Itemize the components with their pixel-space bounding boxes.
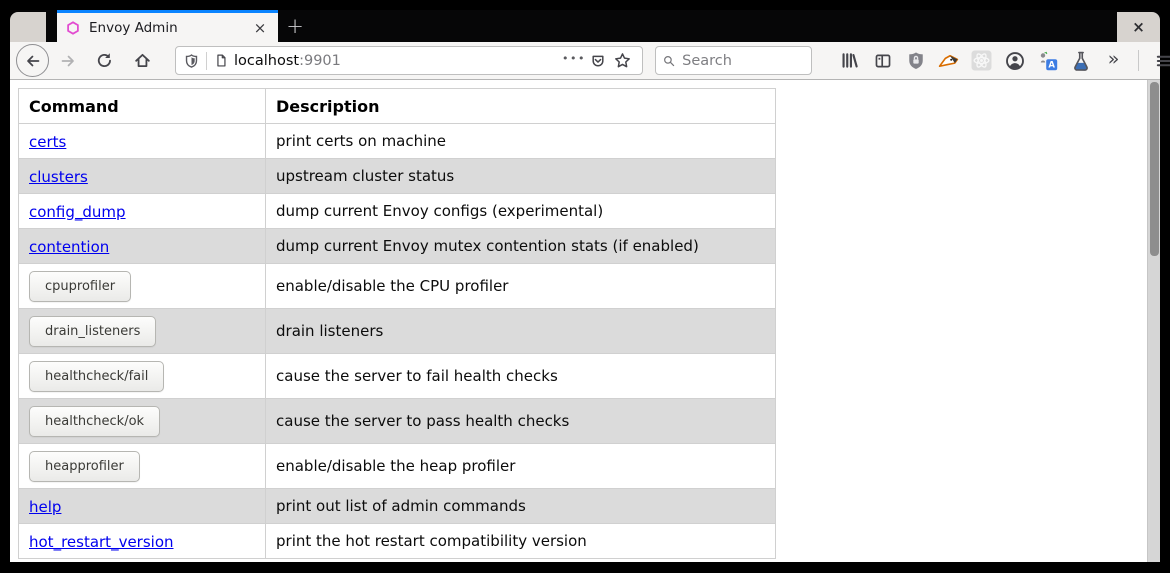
lab-flask-extension-icon[interactable]	[1069, 49, 1092, 73]
translate-extension-icon[interactable]: A	[1036, 49, 1059, 73]
row-description: enable/disable the heap profiler	[266, 444, 776, 489]
certs-link[interactable]: certs	[29, 133, 66, 151]
table-row-healthcheck-fail: healthcheck/fail cause the server to fai…	[19, 354, 776, 399]
reload-button[interactable]	[89, 46, 119, 76]
table-row-healthcheck-ok: healthcheck/ok cause the server to pass …	[19, 399, 776, 444]
table-row-hot-restart-version: hot_restart_version print the hot restar…	[19, 524, 776, 559]
search-bar[interactable]	[655, 46, 812, 75]
clusters-link[interactable]: clusters	[29, 168, 88, 186]
navigation-toolbar: localhost:9901 •••	[10, 42, 1160, 80]
healthcheck-fail-button[interactable]: healthcheck/fail	[29, 361, 164, 392]
search-icon	[663, 54, 675, 68]
row-description: print the hot restart compatibility vers…	[266, 524, 776, 559]
menu-hamburger-icon[interactable]	[1152, 49, 1170, 73]
url-host: localhost	[234, 53, 299, 69]
table-row-cpuprofiler: cpuprofiler enable/disable the CPU profi…	[19, 264, 776, 309]
healthcheck-ok-button[interactable]: healthcheck/ok	[29, 406, 160, 437]
vertical-scrollbar-thumb[interactable]	[1150, 82, 1159, 256]
config-dump-link[interactable]: config_dump	[29, 203, 126, 221]
overflow-chevron-icon[interactable]: »	[1102, 49, 1125, 73]
table-header-row: Command Description	[19, 89, 776, 124]
table-row-contention: contention dump current Envoy mutex cont…	[19, 229, 776, 264]
command-column-header: Command	[19, 89, 266, 124]
toolbar-icons: A »	[838, 49, 1170, 73]
row-description: dump current Envoy mutex contention stat…	[266, 229, 776, 264]
row-description: upstream cluster status	[266, 159, 776, 194]
cpuprofiler-button[interactable]: cpuprofiler	[29, 271, 131, 302]
pocket-save-icon[interactable]	[586, 49, 610, 73]
heapprofiler-button[interactable]: heapprofiler	[29, 451, 140, 482]
url-text: localhost:9901	[234, 53, 562, 69]
vertical-scrollbar-track[interactable]	[1147, 80, 1160, 562]
url-port: :9901	[299, 53, 341, 69]
home-icon	[134, 52, 151, 69]
row-description: enable/disable the CPU profiler	[266, 264, 776, 309]
titlebar-spacer	[10, 12, 46, 42]
shield-lock-extension-icon[interactable]	[904, 49, 927, 73]
svg-text:A: A	[1048, 60, 1055, 70]
table-row-help: help print out list of admin commands	[19, 489, 776, 524]
admin-commands-table: Command Description certs print certs on…	[18, 88, 776, 559]
urlbar-separator	[206, 52, 207, 70]
tab-close-icon[interactable]: ×	[250, 18, 270, 38]
row-description: print out list of admin commands	[266, 489, 776, 524]
sidebar-toggle-icon[interactable]	[871, 49, 894, 73]
envoy-favicon-icon	[66, 21, 80, 35]
tab-title: Envoy Admin	[89, 20, 250, 36]
drain-listeners-button[interactable]: drain_listeners	[29, 316, 156, 347]
contention-link[interactable]: contention	[29, 238, 109, 256]
row-description: cause the server to pass health checks	[266, 399, 776, 444]
tracking-protection-shield-icon[interactable]	[184, 53, 199, 69]
table-row-drain-listeners: drain_listeners drain listeners	[19, 309, 776, 354]
browser-window: Envoy Admin × + ×	[10, 10, 1160, 563]
page-actions-icon[interactable]: •••	[562, 49, 586, 73]
tab-bar: Envoy Admin × + ×	[10, 10, 1160, 42]
row-description: print certs on machine	[266, 124, 776, 159]
table-row-certs: certs print certs on machine	[19, 124, 776, 159]
fox-extension-icon[interactable]	[937, 49, 960, 73]
tab-envoy-admin[interactable]: Envoy Admin ×	[57, 10, 278, 42]
page-info-icon[interactable]	[214, 53, 228, 68]
window-close-button[interactable]: ×	[1117, 12, 1160, 42]
toolbar-separator	[1138, 50, 1139, 71]
account-profile-icon[interactable]	[1003, 49, 1026, 73]
help-link[interactable]: help	[29, 498, 61, 516]
back-button[interactable]	[16, 44, 49, 77]
table-row-clusters: clusters upstream cluster status	[19, 159, 776, 194]
bookmark-star-icon[interactable]	[610, 49, 634, 73]
new-tab-button[interactable]: +	[278, 10, 312, 42]
table-row-config-dump: config_dump dump current Envoy configs (…	[19, 194, 776, 229]
description-column-header: Description	[266, 89, 776, 124]
row-description: cause the server to fail health checks	[266, 354, 776, 399]
back-arrow-icon	[25, 53, 41, 69]
tabbar-empty-space	[312, 10, 1117, 42]
table-row-heapprofiler: heapprofiler enable/disable the heap pro…	[19, 444, 776, 489]
url-bar[interactable]: localhost:9901 •••	[175, 46, 643, 75]
row-description: dump current Envoy configs (experimental…	[266, 194, 776, 229]
search-input[interactable]	[682, 53, 804, 69]
forward-arrow-icon	[60, 53, 76, 69]
library-icon[interactable]	[838, 49, 861, 73]
row-description: drain listeners	[266, 309, 776, 354]
react-devtools-atom-icon[interactable]	[970, 49, 993, 73]
forward-button[interactable]	[53, 46, 83, 76]
home-button[interactable]	[127, 46, 157, 76]
reload-icon	[96, 52, 113, 69]
hot-restart-version-link[interactable]: hot_restart_version	[29, 533, 174, 551]
page-content: Command Description certs print certs on…	[10, 80, 1160, 562]
